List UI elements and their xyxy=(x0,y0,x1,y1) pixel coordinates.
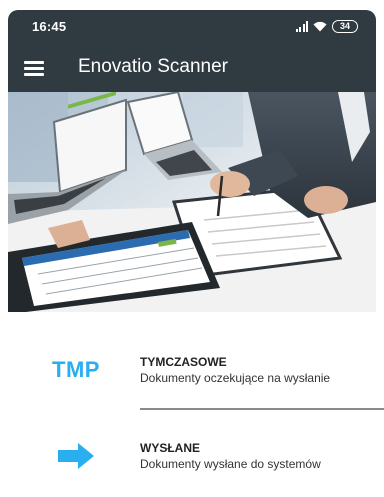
app-bar: Enovatio Scanner xyxy=(8,44,376,92)
battery-level: 34 xyxy=(339,20,350,31)
arrow-right-icon xyxy=(40,438,112,474)
menu-item-title: WYSŁANE xyxy=(140,441,200,455)
menu-item-subtitle: Dokumenty oczekujące na wysłanie xyxy=(140,371,331,385)
status-icons: 34 xyxy=(295,18,358,34)
status-bar: 16:45 34 xyxy=(8,10,376,44)
phone-screen: 16:45 34 Enovatio Scanner TMP TYMCZASOWE… xyxy=(0,0,384,497)
hero-image xyxy=(8,92,376,312)
office-laptops-tablet-image xyxy=(8,92,376,312)
wifi-icon xyxy=(313,21,327,31)
hamburger-menu-icon[interactable] xyxy=(24,58,46,78)
app-title: Enovatio Scanner xyxy=(78,56,228,77)
menu-item-tymczasowe[interactable]: TMP TYMCZASOWE Dokumenty oczekujące na w… xyxy=(0,340,384,400)
menu-item-wyslane[interactable]: WYSŁANE Dokumenty wysłane do systemów xyxy=(0,426,384,486)
signal-icon xyxy=(295,20,308,32)
divider xyxy=(140,408,384,410)
menu-item-subtitle: Dokumenty wysłane do systemów xyxy=(140,457,321,471)
battery-icon: 34 xyxy=(332,19,358,33)
menu-item-title: TYMCZASOWE xyxy=(140,355,227,369)
status-time: 16:45 xyxy=(32,19,67,34)
tmp-icon-text: TMP xyxy=(52,357,100,382)
tmp-icon: TMP xyxy=(40,352,112,388)
